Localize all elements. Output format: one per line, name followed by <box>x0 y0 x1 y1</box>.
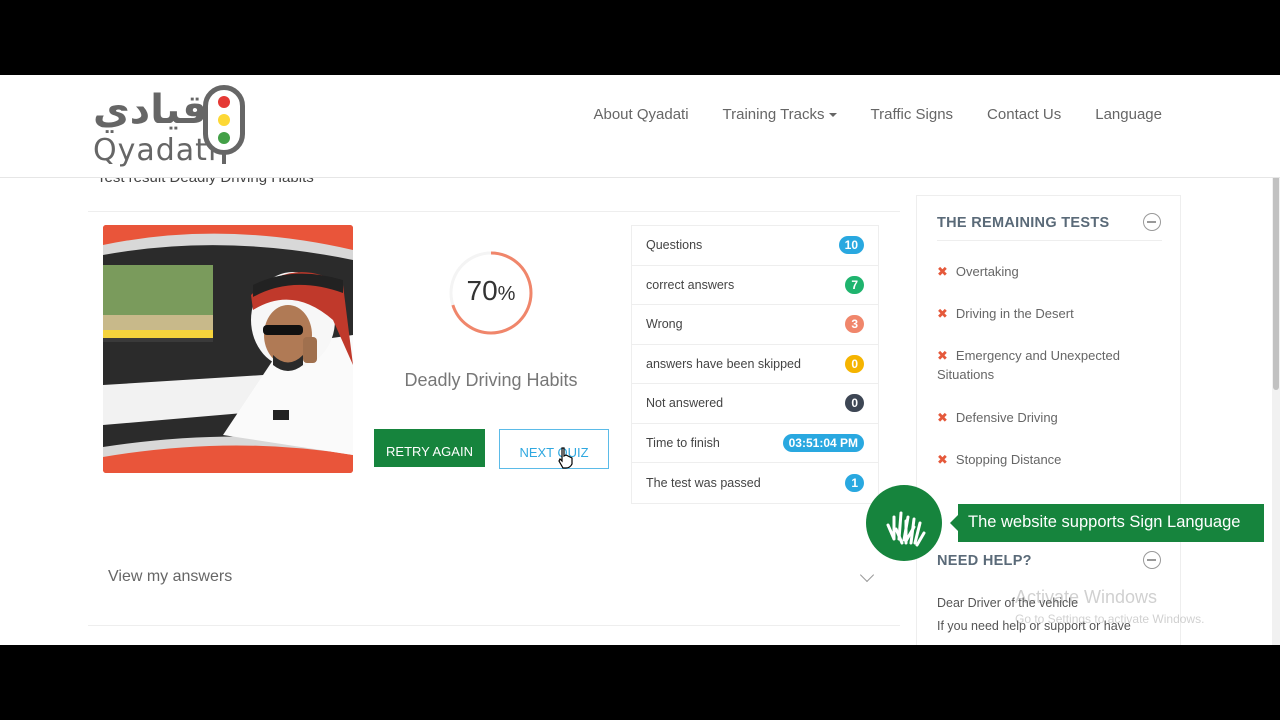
x-icon: ✖ <box>937 410 948 425</box>
score-value: 70 <box>466 275 498 306</box>
stat-row: Time to finish 03:51:04 PM <box>632 424 878 463</box>
site-header: قيادي Qyadati About Qyadati Training Tra… <box>0 75 1280 178</box>
browser-viewport: قيادي Qyadati About Qyadati Training Tra… <box>0 75 1280 645</box>
remaining-test-label: Emergency and Unexpected Situations <box>937 348 1120 382</box>
retry-button[interactable]: RETRY AGAIN <box>374 429 485 467</box>
stat-row: The test was passed 1 <box>632 463 878 503</box>
nav-training-tracks[interactable]: Training Tracks <box>723 106 837 123</box>
stat-row: Questions 10 <box>632 226 878 266</box>
stat-row: Wrong 3 <box>632 305 878 345</box>
remaining-tests-title: THE REMAINING TESTS <box>937 215 1110 231</box>
chevron-down-icon[interactable] <box>859 567 875 583</box>
stat-badge: 7 <box>845 275 864 294</box>
collapse-icon[interactable] <box>1143 213 1161 231</box>
logo-english-text: Qyadati <box>93 133 218 168</box>
stat-badge: 10 <box>838 236 864 255</box>
stat-row: Not answered 0 <box>632 384 878 424</box>
remaining-test-label: Overtaking <box>955 264 1019 279</box>
os-watermark: Activate Windows <box>1015 587 1158 607</box>
nav-traffic-signs[interactable]: Traffic Signs <box>871 106 954 123</box>
x-icon: ✖ <box>937 348 948 363</box>
hand-cursor-icon <box>558 447 573 469</box>
nav-contact[interactable]: Contact Us <box>987 106 1061 123</box>
stat-badge: 03:51:04 PM <box>782 433 864 452</box>
stat-badge: 1 <box>845 473 864 492</box>
collapse-icon[interactable] <box>1143 551 1161 569</box>
remaining-test-item[interactable]: ✖ Driving in the Desert <box>937 304 1157 323</box>
logo-arabic-text: قيادي <box>93 87 209 133</box>
remaining-test-item[interactable]: ✖ Defensive Driving <box>937 408 1157 427</box>
site-logo[interactable]: قيادي Qyadati <box>93 83 253 173</box>
stat-badge: 0 <box>845 394 864 413</box>
divider <box>88 625 900 626</box>
score-ring: 70% <box>445 247 537 339</box>
remaining-test-label: Stopping Distance <box>955 452 1062 467</box>
quiz-image <box>103 225 353 473</box>
stat-label: The test was passed <box>646 475 761 490</box>
nav-training-tracks-label: Training Tracks <box>722 106 825 123</box>
os-watermark-subtext: Go to Settings to activate Windows. <box>1015 612 1205 626</box>
stat-label: Questions <box>646 238 703 253</box>
stat-row: correct answers 7 <box>632 266 878 305</box>
driver-illustration <box>103 225 353 473</box>
nav-about[interactable]: About Qyadati <box>593 106 688 123</box>
remaining-test-item[interactable]: ✖ Overtaking <box>937 262 1157 281</box>
caret-down-icon <box>828 113 837 118</box>
sign-language-button[interactable] <box>866 485 942 561</box>
remaining-test-label: Driving in the Desert <box>955 306 1074 321</box>
x-icon: ✖ <box>937 264 948 279</box>
stat-label: Wrong <box>646 317 683 332</box>
need-help-title: NEED HELP? <box>937 553 1032 569</box>
divider <box>937 240 1162 241</box>
divider <box>88 211 900 212</box>
stat-row: answers have been skipped 0 <box>632 345 878 384</box>
score-unit: % <box>497 283 516 305</box>
stat-label: correct answers <box>646 277 735 292</box>
stat-badge: 0 <box>845 354 864 373</box>
stat-badge: 3 <box>845 315 864 334</box>
nav-language[interactable]: Language <box>1095 106 1162 123</box>
x-icon: ✖ <box>937 452 948 467</box>
stat-label: Not answered <box>646 396 724 411</box>
score-text: 70% <box>445 275 537 307</box>
remaining-test-item[interactable]: ✖ Stopping Distance <box>937 450 1157 469</box>
view-answers-toggle[interactable]: View my answers <box>108 568 232 586</box>
sidebar-panel: THE REMAINING TESTS ✖ Overtaking ✖ Driving … <box>916 195 1181 645</box>
quiz-name: Deadly Driving Habits <box>404 370 578 390</box>
sign-language-banner: The website supports Sign Language <box>950 504 1264 542</box>
main-nav: About Qyadati Training Tracks Traffic Si… <box>559 106 1162 123</box>
stat-label: answers have been skipped <box>646 356 801 371</box>
result-stats-list: Questions 10 correct answers 7 Wrong 3 answers… <box>631 225 879 504</box>
traffic-light-icon <box>203 85 245 164</box>
stat-label: Time to finish <box>646 435 720 450</box>
sign-language-hands-icon <box>886 511 926 547</box>
remaining-test-item[interactable]: ✖ Emergency and Unexpected Situations <box>937 346 1157 384</box>
x-icon: ✖ <box>937 306 948 321</box>
next-quiz-button[interactable]: NEXT QUIZ <box>499 429 609 469</box>
remaining-test-label: Defensive Driving <box>955 410 1058 425</box>
